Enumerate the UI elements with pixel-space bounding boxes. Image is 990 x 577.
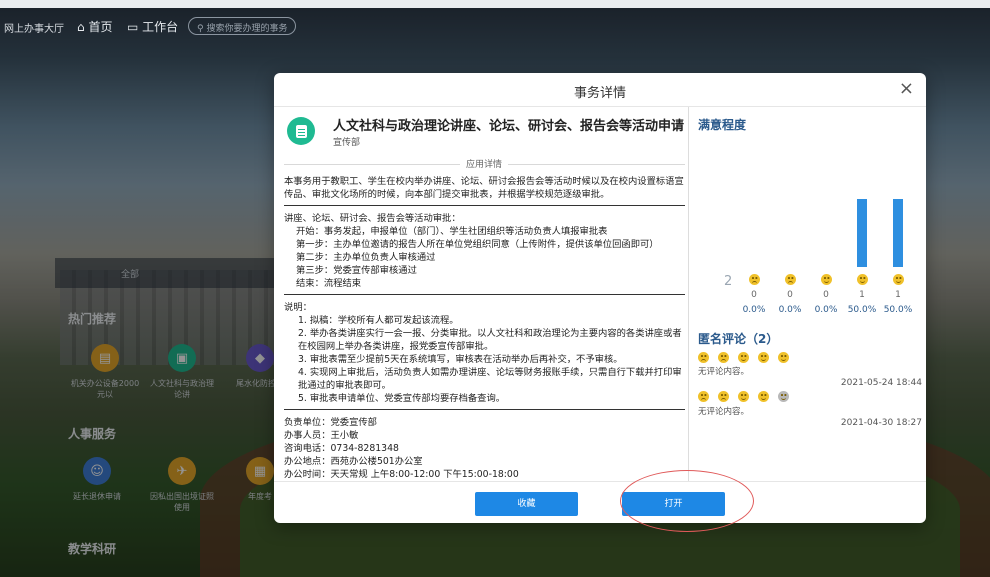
dialog-footer: 收藏 打开 [274,481,926,523]
satisfied-face-icon [758,391,769,402]
process-heading: 讲座、论坛、研讨会、报告会等活动审批： [284,213,461,224]
home-icon: ⌂ [77,20,85,34]
very-satisfied-face-icon [893,274,904,285]
unsatisfied-face-icon [718,391,729,402]
app-department: 宣传部 [333,138,361,148]
satisfaction-percent: 50.0% [847,305,877,315]
satisfaction-count: 1 [895,290,901,300]
dialog-title: 事务详情 [573,86,626,101]
note-item: 4. 实现网上审批后，活动负责人如需办理讲座、论坛等财务报账手续，只需自行下载并… [298,367,682,391]
neutral-face-icon [738,391,749,402]
contact-hours: 办公时间：天天常规 上午8:00-12:00 下午15:00-18:00 [284,469,519,480]
annotation-circle [620,470,754,532]
contact-handler: 办事人员：王小敏 [284,430,359,441]
very-unsatisfied-face-icon [698,352,709,363]
satisfaction-bar [893,199,903,267]
dialog-header: 事务详情 × [274,73,926,107]
satisfaction-count: 0 [823,290,829,300]
satisfaction-percent: 0.0% [778,305,802,315]
very-unsatisfied-face-icon [749,274,760,285]
search-icon: ⚲ [197,24,204,34]
satisfaction-chart: 0 0.0% 0 0.0% 0 0.0% 1 50.0% 1 50.0% [698,107,922,315]
process-step: 第二步：主办单位负责人审核通过 [296,252,436,263]
neutral-face-icon [821,274,832,285]
monitor-icon: ▭ [127,20,139,34]
unsatisfied-face-icon [718,352,729,363]
satisfaction-percent: 0.0% [742,305,766,315]
comment-text: 无评论内容。 [698,367,750,377]
affair-detail-dialog: 事务详情 × 人文社科与政治理论讲座、论坛、研讨会、报告会等活动申请 宣传部 应… [274,73,926,523]
satisfaction-count: 1 [859,290,865,300]
comment-date: 2021-04-30 18:27 [840,418,922,428]
favorite-button[interactable]: 收藏 [475,492,578,516]
contact-info: 负责单位：党委宣传部 办事人员：王小敏 咨询电话：0734-8281348 办公… [284,416,685,481]
anonymous-comments-title: 匿名评论（2） [698,332,779,346]
notes: 说明： 1. 拟稿：学校所有人都可发起该流程。 2. 举办各类讲座实行一会一报、… [284,301,685,405]
notes-heading: 说明： [284,302,312,313]
satisfaction-percent: 50.0% [883,305,913,315]
comment-date: 2021-05-24 18:44 [840,378,922,388]
contact-location: 办公地点：西苑办公楼501办公室 [284,456,423,467]
process-steps: 讲座、论坛、研讨会、报告会等活动审批： 开始：事务发起，申报单位（部门）、学生社… [284,212,685,290]
nav-workbench[interactable]: ▭ 工作台 [127,18,178,35]
app-header: 人文社科与政治理论讲座、论坛、研讨会、报告会等活动申请 宣传部 [284,107,685,155]
document-icon [287,117,315,145]
very-satisfied-face-icon [778,352,789,363]
satisfied-face-icon [758,352,769,363]
process-step: 结束：流程结束 [296,278,362,289]
browser-bookmarks-bar [0,0,990,8]
section-label: 应用详情 [460,157,509,170]
satisfaction-percent: 0.0% [814,305,838,315]
nav-home-label: 首页 [88,20,113,34]
divider [284,294,685,295]
satisfaction-bar [857,199,867,267]
process-step: 第三步：党委宣传部审核通过 [296,265,417,276]
note-item: 2. 举办各类讲座实行一会一报、分类审批。以人文社科和政治理论为主要内容的各类讲… [298,328,682,352]
contact-phone: 咨询电话：0734-8281348 [284,443,399,454]
process-step: 开始：事务发起，申报单位（部门）、学生社团组织等活动负责人填报审批表 [296,226,608,237]
search-placeholder: 搜索你要办理的事务 [206,24,288,34]
rating-panel: 满意程度 0 0.0% 0 0.0% 0 0.0% 1 50.0% 1 50.0% 2 匿名评论（… [698,107,922,481]
unsatisfied-face-icon [785,274,796,285]
top-navigation: 网上办事大厅 ⌂ 首页 ▭ 工作台 ⚲ 搜索你要办理的事务 [0,8,990,44]
note-item: 1. 拟稿：学校所有人都可发起该流程。 [298,315,459,326]
neutral-face-icon [738,352,749,363]
very-unsatisfied-face-icon [698,391,709,402]
nav-home[interactable]: ⌂ 首页 [77,18,112,35]
very-satisfied-face-icon [778,391,789,402]
satisfaction-count: 0 [787,290,793,300]
site-title: 网上办事大厅 [4,24,64,35]
app-name: 人文社科与政治理论讲座、论坛、研讨会、报告会等活动申请 [333,119,685,134]
note-item: 3. 审批表需至少提前5天在系统填写，审核表在活动举办后再补交，不予审核。 [298,354,623,365]
divider [284,409,685,410]
process-step: 第一步：主办单位邀请的报告人所在单位党组织同意（上传附件，提供该单位回函即可） [296,239,659,250]
intro-text: 本事务用于教职工、学生在校内举办讲座、论坛、研讨会报告会等活动时候以及在校内设置… [284,176,684,200]
detail-content-panel[interactable]: 人文社科与政治理论讲座、论坛、研讨会、报告会等活动申请 宣传部 应用详情 本事务… [284,107,685,481]
satisfaction-count: 0 [751,290,757,300]
close-icon[interactable]: × [899,79,914,99]
satisfied-face-icon [857,274,868,285]
nav-workbench-label: 工作台 [142,20,179,34]
section-divider: 应用详情 [284,157,685,171]
comment-text: 无评论内容。 [698,407,750,417]
note-item: 5. 审批表申请单位、党委宣传部均要存档备查询。 [298,393,506,404]
satisfaction-total: 2 [724,274,733,289]
search-input[interactable]: ⚲ 搜索你要办理的事务 [188,17,296,35]
contact-unit: 负责单位：党委宣传部 [284,417,377,428]
divider [284,205,685,206]
panel-divider [688,107,689,481]
